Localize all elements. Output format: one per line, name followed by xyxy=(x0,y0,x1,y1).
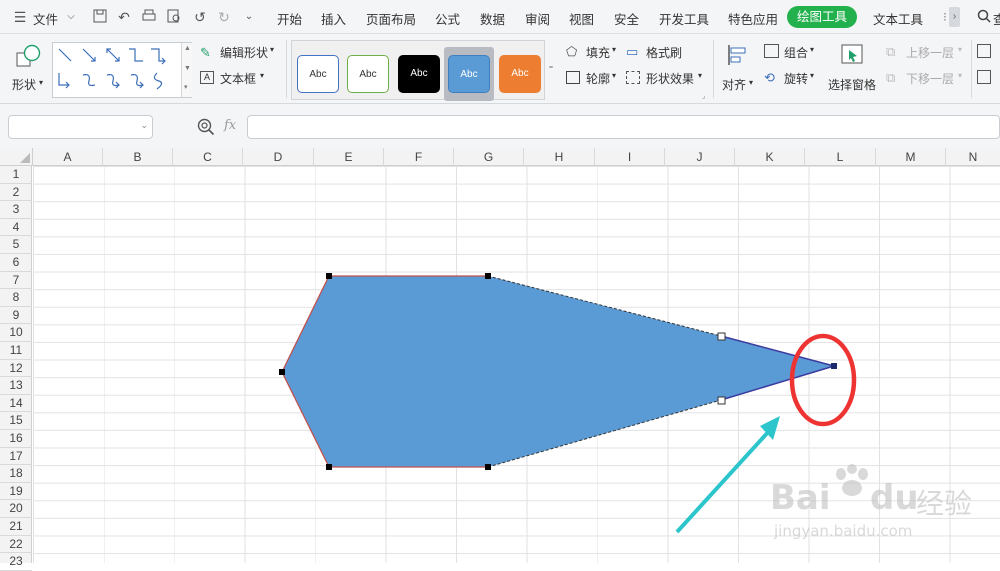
watermark-url: jingyan.baidu.com xyxy=(774,522,913,540)
watermark-brand: Bai xyxy=(770,478,831,518)
vertex-handle[interactable] xyxy=(485,464,491,470)
polygon-shape[interactable] xyxy=(282,276,834,467)
watermark-cn: 经验 xyxy=(916,488,973,519)
watermark-brand-2: du xyxy=(870,478,919,518)
control-point-handle[interactable] xyxy=(717,396,726,405)
hint-arrow xyxy=(675,428,772,534)
vertex-handle[interactable] xyxy=(326,464,332,470)
vertex-handle[interactable] xyxy=(485,273,491,279)
tip-vertex-handle[interactable] xyxy=(831,363,837,369)
vertex-handle[interactable] xyxy=(279,369,285,375)
baidu-jingyan-watermark: Bai du 经验 jingyan.baidu.com xyxy=(770,464,985,548)
paw-logo-icon xyxy=(836,464,868,496)
control-point-handle[interactable] xyxy=(717,332,726,341)
vertex-handle[interactable] xyxy=(326,273,332,279)
highlight-circle xyxy=(789,333,857,427)
